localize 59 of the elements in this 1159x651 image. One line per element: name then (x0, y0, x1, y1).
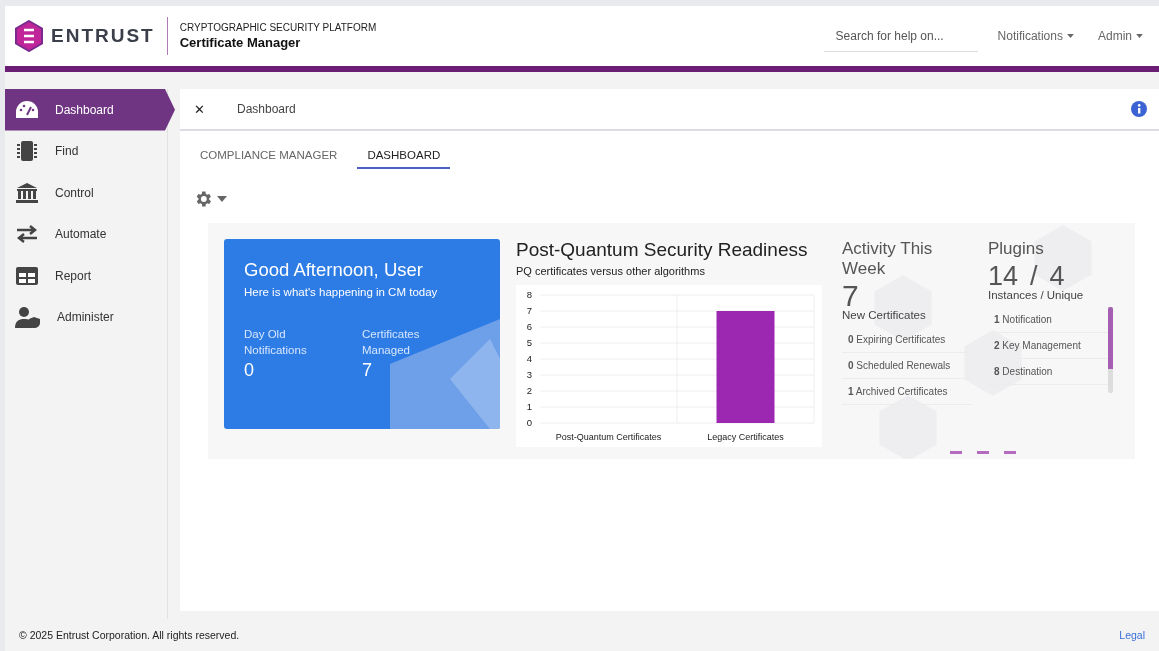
gauge-icon (15, 99, 39, 120)
section-title: Plugins (988, 239, 1045, 259)
axis-tick-label: 8 (526, 289, 532, 300)
separator: / (1030, 263, 1038, 289)
section-title: Activity This Week (842, 239, 934, 279)
sidebar-item[interactable]: Automate (5, 213, 168, 255)
unique-count: 4 (1049, 263, 1065, 289)
chart-title: Post-Quantum Security Readiness (516, 239, 809, 261)
activity-row: 0 Scheduled Renewals (842, 353, 972, 379)
info-icon[interactable] (1131, 101, 1147, 117)
menu-dropdown[interactable]: Notifications (993, 25, 1078, 47)
stat-value: 0 (244, 360, 255, 381)
axis-tick-label: 3 (526, 369, 532, 380)
bank-icon (15, 182, 39, 203)
sidebar-item[interactable]: Find (5, 130, 168, 172)
stat-label: Day Old Notifications (244, 327, 308, 358)
product-name: Certificate Manager (179, 35, 302, 50)
axis-tick-label: 2 (526, 385, 532, 396)
user-shield-icon (15, 306, 41, 329)
scrollbar[interactable] (1108, 307, 1113, 393)
activity-row: 1 Archived Certificates (842, 379, 972, 405)
close-button[interactable]: ✕ (192, 99, 207, 119)
axis-tick-label: 7 (526, 305, 532, 316)
breadcrumb-title: Dashboard (237, 102, 296, 116)
copyright-text: © 2025 Entrust Corporation. All rights reserved. (19, 629, 240, 641)
axis-tick-label: 0 (526, 417, 532, 428)
menu-dropdown[interactable]: Admin (1094, 25, 1147, 47)
greeting-title: Good Afternoon, User (244, 259, 424, 281)
stat-value: 7 (362, 360, 373, 381)
legal-link[interactable]: Legal (1119, 629, 1145, 641)
sidebar-item[interactable]: Administer (5, 296, 168, 338)
brand-name: ENTRUST (51, 25, 155, 47)
chart-subtitle: PQ certificates versus other algorithms (516, 265, 706, 277)
instances-count: 14 (988, 263, 1019, 289)
new-count: 7 (842, 283, 859, 309)
axis-tick-label: 1 (526, 401, 532, 412)
greeting-subtitle: Here is what's happening in CM today (244, 286, 439, 298)
tab[interactable]: COMPLIANCE MANAGER (190, 147, 348, 169)
category-label: Legacy Certificates (707, 432, 784, 442)
count-label: New Certificates (842, 309, 927, 321)
axis-tick-label: 5 (526, 337, 532, 348)
count-label: Instances / Unique (988, 289, 1085, 301)
caret-icon (1067, 34, 1074, 38)
logo-icon (15, 20, 43, 52)
sidebar-item[interactable]: Dashboard (5, 89, 177, 131)
table-icon (15, 265, 39, 286)
stat-label: Certificates Managed (362, 327, 421, 358)
axis-tick-label: 4 (526, 353, 532, 364)
sidebar-item[interactable]: Report (5, 255, 168, 297)
category-label: Post-Quantum Certificates (555, 432, 662, 442)
platform-name: CRYPTOGRAPHIC SECURITY PLATFORM (179, 22, 377, 33)
caret-icon (1136, 34, 1143, 38)
chip-icon (15, 140, 39, 163)
activity-row: 0 Expiring Certificates (842, 327, 972, 353)
axis-tick-label: 6 (526, 321, 532, 332)
sidebar-item[interactable]: Control (5, 172, 168, 214)
swap-arrows-icon (15, 225, 39, 244)
tab[interactable]: DASHBOARD (357, 147, 451, 169)
caret-icon (217, 196, 227, 202)
